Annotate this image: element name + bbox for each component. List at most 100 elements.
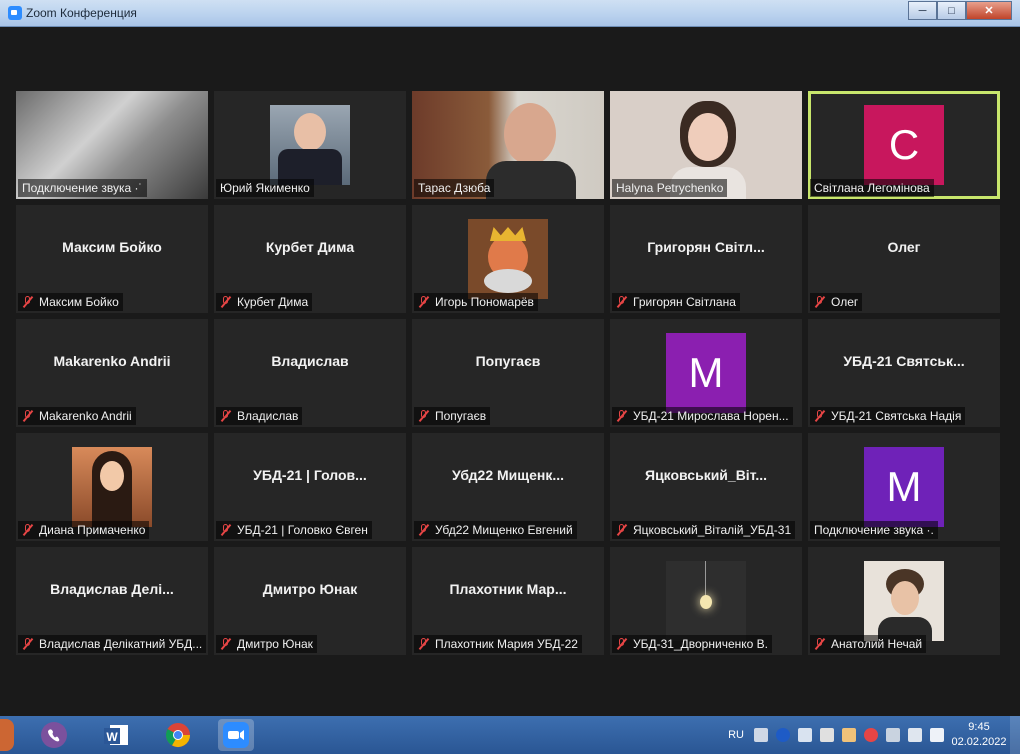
participant-label-text: Яцковський_Віталій_УБД-31 <box>633 523 792 537</box>
participant-display-name: Яцковський_Віт... <box>645 467 767 483</box>
participant-name-label: Тарас Дзюба <box>414 179 495 197</box>
participant-display-name: УБД-21 | Голов... <box>253 467 367 483</box>
participant-name-label: Владислав <box>216 407 303 425</box>
participant-tile[interactable]: Олег Олег <box>808 205 1000 313</box>
participant-tile[interactable]: Игорь Пономарёв <box>412 205 604 313</box>
participant-name-label: Світлана Легомінова <box>810 179 934 197</box>
participant-name-label: Попугаєв <box>414 407 491 425</box>
zoom-icon[interactable] <box>218 719 254 751</box>
participant-name-label: Игорь Пономарёв <box>414 293 538 311</box>
minimize-button[interactable]: ─ <box>908 1 937 20</box>
maximize-button[interactable]: □ <box>937 1 966 20</box>
muted-mic-icon <box>616 637 628 651</box>
participant-name-label: Анатолий Нечай <box>810 635 927 653</box>
participant-tile[interactable]: Яцковський_Віт... Яцковський_Віталій_УБД-… <box>610 433 802 541</box>
participant-label-text: Курбет Дима <box>237 295 309 309</box>
muted-mic-icon <box>220 523 232 537</box>
muted-mic-icon <box>418 523 430 537</box>
participant-grid: Подключение звука ·˙ Юрий Якименко Тарас Д… <box>16 91 1002 657</box>
participant-name-label: Юрий Якименко <box>216 179 314 197</box>
muted-mic-icon <box>22 637 34 651</box>
window-titlebar: Zoom Конференция ─ □ ✕ <box>0 0 1020 27</box>
participant-tile[interactable]: M УБД-21 Мирослава Норен... <box>610 319 802 427</box>
participant-tile[interactable]: Плахотник Мар... Плахотник Мария УБД-22 <box>412 547 604 655</box>
participant-display-name: Попугаєв <box>475 353 541 369</box>
participant-tile[interactable]: Григорян Світл... Григорян Світлана <box>610 205 802 313</box>
participant-display-name: Владислав Делі... <box>50 581 174 597</box>
participant-tile[interactable]: Владислав Делі... Владислав Делікатний УБ… <box>16 547 208 655</box>
participant-label-text: Игорь Пономарёв <box>435 295 534 309</box>
participant-label-text: Анатолий Нечай <box>831 637 923 651</box>
participant-tile[interactable]: Halyna Petrychenko <box>610 91 802 199</box>
chrome-icon[interactable] <box>160 719 196 751</box>
participant-label-text: Подключение звука ·. <box>814 523 934 537</box>
help-icon[interactable] <box>776 728 790 742</box>
svg-text:W: W <box>106 730 118 744</box>
participant-label-text: УБД-21 | Головко Євген <box>237 523 368 537</box>
zoom-app-icon <box>8 6 22 20</box>
muted-mic-icon <box>220 637 232 651</box>
clock-time: 9:45 <box>968 721 990 733</box>
viber-icon[interactable] <box>36 719 72 751</box>
participant-tile[interactable]: Анатолий Нечай <box>808 547 1000 655</box>
participant-avatar: M <box>864 447 944 527</box>
muted-mic-icon <box>22 409 34 423</box>
muted-mic-icon <box>814 637 826 651</box>
participant-avatar: C <box>864 105 944 185</box>
muted-mic-icon <box>814 295 826 309</box>
participant-tile[interactable]: УБД-21 Святськ... УБД-21 Святська Надія <box>808 319 1000 427</box>
phone-icon[interactable] <box>886 728 900 742</box>
participant-tile[interactable]: C Світлана Легомінова <box>808 91 1000 199</box>
participant-name-label: Halyna Petrychenko <box>612 179 728 197</box>
participant-label-text: Makarenko Andrii <box>39 409 132 423</box>
participant-label-text: Владислав <box>237 409 299 423</box>
participant-tile[interactable]: Диана Примаченко <box>16 433 208 541</box>
participant-label-text: Дмитро Юнак <box>237 637 313 651</box>
participant-tile[interactable]: Подключение звука ·˙ <box>16 91 208 199</box>
participant-name-label: Курбет Дима <box>216 293 313 311</box>
show-desktop-button[interactable] <box>1010 716 1020 754</box>
participant-label-text: Halyna Petrychenko <box>616 181 724 195</box>
participant-name-label: УБД-31_Дворниченко В. <box>612 635 772 653</box>
flag-icon[interactable] <box>908 728 922 742</box>
chevron-up-icon[interactable] <box>820 728 834 742</box>
participant-name-label: Максим Бойко <box>18 293 123 311</box>
participant-tile[interactable]: Юрий Якименко <box>214 91 406 199</box>
start-button[interactable] <box>0 719 14 751</box>
participant-avatar: M <box>666 333 746 413</box>
participant-tile[interactable]: Убд22 Мищенк... Убд22 Мищенко Евгений <box>412 433 604 541</box>
network-icon[interactable] <box>798 728 812 742</box>
muted-mic-icon <box>418 637 430 651</box>
participant-tile[interactable]: Попугаєв Попугаєв <box>412 319 604 427</box>
volume-icon[interactable] <box>930 728 944 742</box>
keyboard-icon[interactable] <box>754 728 768 742</box>
participant-name-label: Владислав Делікатний УБД... <box>18 635 206 653</box>
participant-label-text: Олег <box>831 295 859 309</box>
hand-icon[interactable] <box>842 728 856 742</box>
language-indicator[interactable]: RU <box>728 729 744 741</box>
participant-tile[interactable]: Курбет Дима Курбет Дима <box>214 205 406 313</box>
clock[interactable]: 9:45 02.02.2022 <box>948 720 1010 750</box>
participant-tile[interactable]: УБД-31_Дворниченко В. <box>610 547 802 655</box>
muted-mic-icon <box>814 409 826 423</box>
participant-name-label: Убд22 Мищенко Евгений <box>414 521 577 539</box>
record-icon[interactable] <box>864 728 878 742</box>
participant-tile[interactable]: M Подключение звука ·. <box>808 433 1000 541</box>
participant-tile[interactable]: Дмитро Юнак Дмитро Юнак <box>214 547 406 655</box>
participant-display-name: Курбет Дима <box>265 239 355 255</box>
participant-tile[interactable]: УБД-21 | Голов... УБД-21 | Головко Євген <box>214 433 406 541</box>
close-button[interactable]: ✕ <box>966 1 1012 20</box>
muted-mic-icon <box>616 295 628 309</box>
participant-tile[interactable]: Тарас Дзюба <box>412 91 604 199</box>
participant-display-name: Максим Бойко <box>62 239 162 255</box>
participant-tile[interactable]: Максим Бойко Максим Бойко <box>16 205 208 313</box>
participant-tile[interactable]: Makarenko Andrii Makarenko Andrii <box>16 319 208 427</box>
participant-display-name: Убд22 Мищенк... <box>451 467 564 483</box>
participant-display-name: Плахотник Мар... <box>449 581 567 597</box>
muted-mic-icon <box>418 409 430 423</box>
muted-mic-icon <box>220 409 232 423</box>
word-icon[interactable]: W <box>98 719 134 751</box>
muted-mic-icon <box>616 523 628 537</box>
participant-tile[interactable]: Владислав Владислав <box>214 319 406 427</box>
participant-label-text: Григорян Світлана <box>633 295 736 309</box>
